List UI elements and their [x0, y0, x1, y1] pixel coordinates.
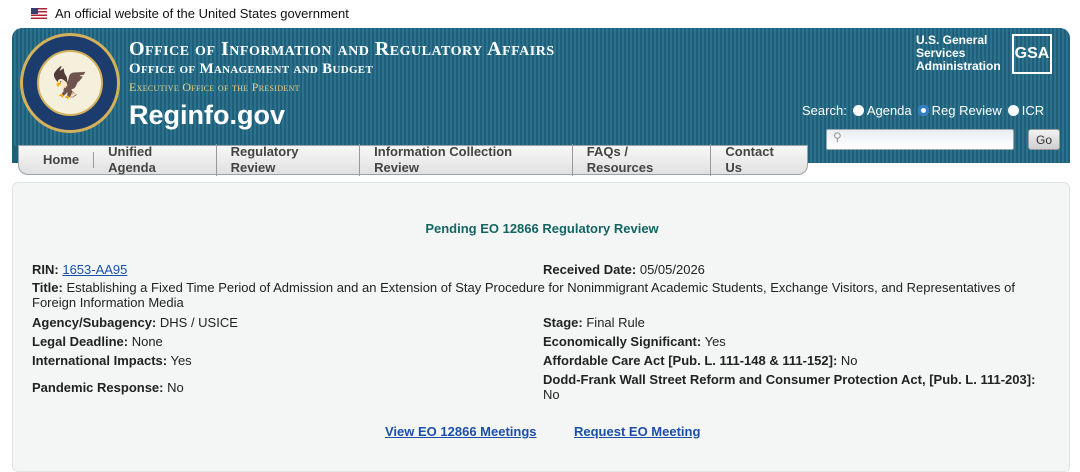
received-date-field: Received Date: 05/05/2026 — [543, 262, 705, 277]
review-panel: Pending EO 12866 Regulatory Review RIN: … — [12, 182, 1070, 472]
title-field: Title: Establishing a Fixed Time Period … — [32, 280, 1015, 310]
site-name-link[interactable]: Reginfo.gov — [129, 100, 285, 131]
omb-title: Office of Management and Budget — [129, 61, 374, 77]
us-flag-icon — [31, 7, 47, 19]
nav-item-contact-us[interactable]: Contact Us — [711, 144, 807, 176]
search-icon: ⚲ — [833, 130, 842, 144]
pandemic-response-field: Pandemic Response: No — [32, 380, 184, 395]
international-impacts-field: International Impacts: Yes — [32, 353, 192, 368]
legal-deadline-field: Legal Deadline: None — [32, 334, 163, 349]
search-option-icr[interactable]: ICR — [1007, 103, 1044, 118]
nav-item-home[interactable]: Home — [34, 152, 95, 168]
search-option-reg-review[interactable]: Reg Review — [917, 103, 1002, 118]
page-title: Pending EO 12866 Regulatory Review — [425, 221, 659, 236]
dodd-frank-field: Dodd-Frank Wall Street Reform and Consum… — [543, 372, 1036, 402]
gsa-logo-icon[interactable]: GSA — [1012, 34, 1052, 74]
go-button[interactable]: Go — [1028, 129, 1060, 150]
gov-banner-text: An official website of the United States… — [55, 5, 349, 21]
rin-link[interactable]: 1653-AA95 — [62, 262, 127, 277]
search-label: Search: — [802, 103, 847, 118]
nav-item-unified-agenda[interactable]: Unified Agenda — [94, 144, 217, 176]
search-option-agenda[interactable]: Agenda — [852, 103, 912, 118]
affordable-care-act-field: Affordable Care Act [Pub. L. 111-148 & 1… — [543, 353, 858, 368]
request-meeting-link[interactable]: Request EO Meeting — [574, 424, 700, 439]
view-meetings-link[interactable]: View EO 12866 Meetings — [385, 424, 537, 439]
search-options: Search: Agenda Reg Review ICR — [802, 103, 1072, 118]
main-nav: Home Unified Agenda Regulatory Review In… — [18, 144, 808, 176]
radio-icon[interactable] — [852, 105, 864, 116]
eop-title: Executive Office of the President — [129, 80, 300, 94]
rin-field: RIN: 1653-AA95 — [32, 262, 128, 277]
gsa-label[interactable]: U.S. General Services Administration — [916, 34, 1001, 73]
stage-field: Stage: Final Rule — [543, 315, 645, 330]
economically-significant-field: Economically Significant: Yes — [543, 334, 726, 349]
nav-item-regulatory-review[interactable]: Regulatory Review — [217, 144, 361, 176]
site-header: 🦅 Office of Information and Regulatory A… — [12, 28, 1070, 163]
agency-field: Agency/Subagency: DHS / USICE — [32, 315, 238, 330]
nav-item-information-collection-review[interactable]: Information Collection Review — [360, 144, 573, 176]
radio-selected-icon[interactable] — [917, 105, 929, 116]
oira-title: Office of Information and Regulatory Aff… — [129, 38, 555, 60]
search-input[interactable]: ⚲ — [826, 129, 1014, 150]
gov-banner: An official website of the United States… — [0, 0, 1080, 26]
radio-icon[interactable] — [1007, 105, 1019, 116]
nav-item-faqs-resources[interactable]: FAQs / Resources — [573, 144, 712, 176]
presidential-seal-icon[interactable]: 🦅 — [20, 33, 120, 133]
